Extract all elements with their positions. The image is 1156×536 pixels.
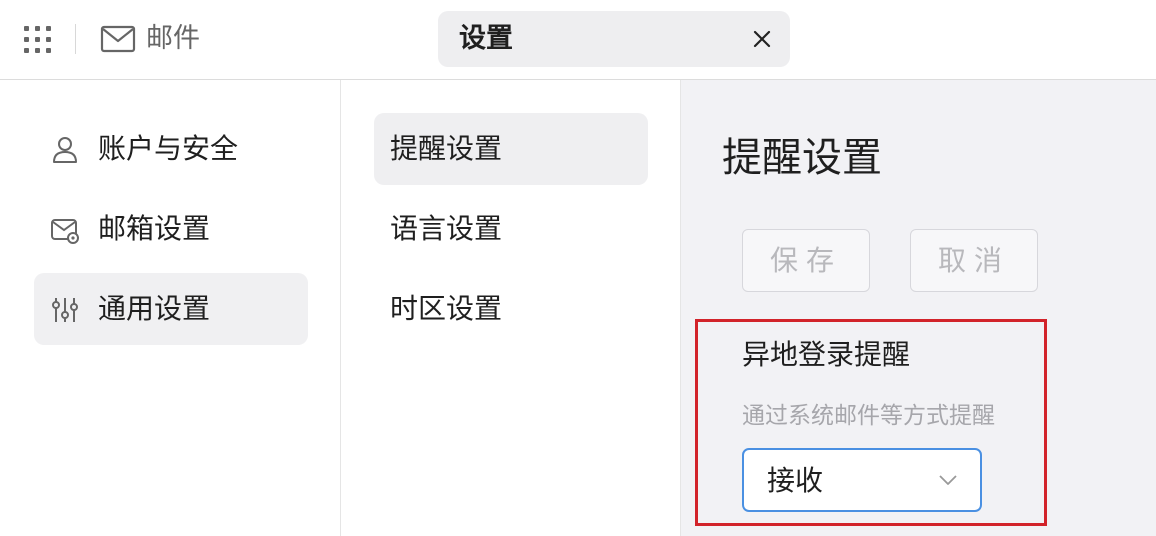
settings-item-language[interactable]: 语言设置 — [374, 193, 648, 265]
sidebar-item-mailbox-settings[interactable]: 邮箱设置 — [34, 193, 308, 265]
app-name[interactable]: 邮件 — [146, 20, 200, 58]
top-divider — [75, 24, 76, 54]
reminder-settings-panel: 提醒设置 保存 取消 异地登录提醒 通过系统邮件等方式提醒 接收 — [681, 80, 1156, 536]
mail-icon — [100, 25, 136, 53]
settings-item-label: 语言设置 — [390, 212, 503, 245]
sidebar-item-account-security[interactable]: 账户与安全 — [34, 113, 308, 185]
settings-item-reminder[interactable]: 提醒设置 — [374, 113, 648, 185]
settings-item-label: 时区设置 — [390, 292, 503, 325]
sidebar-item-general-settings[interactable]: 通用设置 — [34, 273, 308, 345]
remote-login-title: 异地登录提醒 — [742, 338, 911, 371]
sidebar-item-label: 通用设置 — [98, 292, 211, 325]
apps-grid-icon[interactable] — [24, 26, 52, 54]
remote-login-select[interactable]: 接收 — [742, 448, 982, 512]
sidebar-item-label: 邮箱设置 — [98, 212, 211, 245]
top-bar: 邮件 设置 — [0, 0, 1156, 80]
settings-item-label: 提醒设置 — [390, 132, 503, 165]
close-icon[interactable] — [752, 29, 772, 49]
sliders-icon — [52, 298, 78, 322]
sidebar-item-label: 账户与安全 — [98, 132, 239, 165]
settings-item-timezone[interactable]: 时区设置 — [374, 273, 648, 345]
sidebar: 账户与安全 邮箱设置 通用设置 — [0, 80, 341, 536]
save-button[interactable]: 保存 — [742, 229, 870, 292]
tab-settings[interactable]: 设置 — [438, 11, 790, 67]
chevron-down-icon — [939, 475, 957, 485]
cancel-button[interactable]: 取消 — [910, 229, 1038, 292]
user-icon — [53, 137, 77, 163]
settings-window: 邮件 设置 账户与安全 邮箱设置 通用设置 提醒设置 语言设置 时区设置 提醒设… — [0, 0, 1156, 536]
settings-list: 提醒设置 语言设置 时区设置 — [341, 80, 681, 536]
remote-login-description: 通过系统邮件等方式提醒 — [742, 403, 995, 429]
mailbox-settings-icon — [51, 219, 79, 244]
select-value: 接收 — [767, 464, 824, 497]
panel-title: 提醒设置 — [722, 135, 882, 181]
tab-title: 设置 — [459, 23, 513, 54]
